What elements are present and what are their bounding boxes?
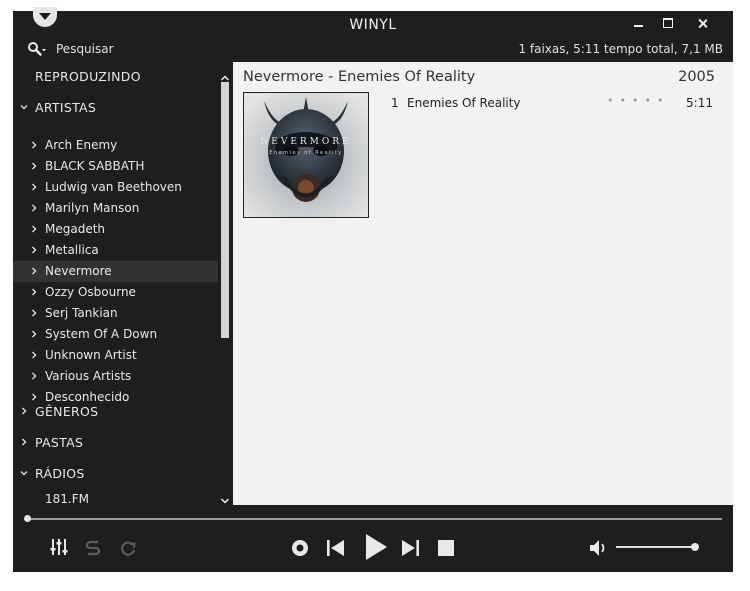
shuffle-icon[interactable] bbox=[81, 535, 107, 561]
chevron-right-icon[interactable] bbox=[30, 141, 38, 149]
album-cover[interactable]: NEVERMORE Enemies of Reality bbox=[243, 92, 369, 218]
album-year: 2005 bbox=[678, 69, 715, 85]
tree-item-artist[interactable]: Ludwig van Beethoven bbox=[13, 177, 218, 198]
tree-item-artist[interactable]: Metallica bbox=[13, 240, 218, 261]
tree-item-label: Ludwig van Beethoven bbox=[45, 180, 182, 194]
tree-item-label: Megadeth bbox=[45, 222, 106, 236]
tree-item-genres[interactable]: GÊNEROS bbox=[13, 401, 218, 422]
tree-item-artist[interactable]: Ozzy Osbourne bbox=[13, 282, 218, 303]
chevron-right-icon[interactable] bbox=[30, 351, 38, 359]
tree-item-folders[interactable]: PASTAS bbox=[13, 432, 218, 453]
tree-item-label: Nevermore bbox=[45, 264, 112, 278]
player-window: WINYL Pesquisar 1 faixas, 5:11 tempo tot… bbox=[13, 7, 733, 572]
track-title: Enemies Of Reality bbox=[407, 96, 521, 110]
tree-item-artist[interactable]: BLACK SABBATH bbox=[13, 156, 218, 177]
chevron-right-icon[interactable] bbox=[30, 246, 38, 254]
tree-item-radio[interactable]: 181.FM bbox=[13, 489, 218, 505]
chevron-right-icon[interactable] bbox=[30, 309, 38, 317]
tree-item-artist[interactable]: Serj Tankian bbox=[13, 303, 218, 324]
tree-item-artist[interactable]: System Of A Down bbox=[13, 324, 218, 345]
tree-item-label: BLACK SABBATH bbox=[45, 159, 145, 173]
tree-item-label: Marilyn Manson bbox=[45, 201, 140, 215]
scroll-up-icon[interactable] bbox=[220, 67, 230, 81]
tree-item-now-playing[interactable]: REPRODUZINDO bbox=[13, 66, 218, 87]
tree-item-artists[interactable]: ARTISTAS bbox=[13, 97, 218, 118]
player-controls bbox=[13, 505, 733, 572]
tree-item-label: System Of A Down bbox=[45, 327, 158, 341]
chevron-right-icon[interactable] bbox=[30, 288, 38, 296]
chevron-right-icon[interactable] bbox=[20, 438, 28, 446]
tree-item-label: 181.FM bbox=[45, 492, 89, 505]
chevron-right-icon[interactable] bbox=[30, 372, 38, 380]
tree-item-artist[interactable]: Various Artists bbox=[13, 366, 218, 387]
track-number: 1 bbox=[391, 96, 399, 110]
library-tree: REPRODUZINDO ARTISTAS Arch Enemy BLACK SA… bbox=[13, 62, 232, 505]
title-bar[interactable]: WINYL bbox=[13, 7, 733, 41]
cover-band-text: NEVERMORE bbox=[260, 137, 352, 147]
tree-item-artist[interactable]: Megadeth bbox=[13, 219, 218, 240]
chevron-right-icon[interactable] bbox=[30, 393, 38, 401]
play-button[interactable] bbox=[361, 532, 391, 562]
track-row[interactable]: 1 Enemies Of Reality ••••• 5:11 bbox=[383, 94, 715, 112]
volume-handle[interactable] bbox=[690, 543, 699, 551]
record-button[interactable] bbox=[287, 535, 313, 561]
tree-item-artist[interactable]: Arch Enemy bbox=[13, 135, 218, 156]
tree-item-label: RÁDIOS bbox=[35, 466, 85, 481]
next-track-button[interactable] bbox=[397, 535, 423, 561]
search-icon[interactable] bbox=[27, 41, 47, 57]
album-title: Nevermore - Enemies Of Reality bbox=[243, 69, 476, 85]
seek-handle[interactable] bbox=[24, 515, 31, 522]
search-input[interactable]: Pesquisar bbox=[56, 42, 114, 56]
volume-icon[interactable] bbox=[587, 535, 613, 561]
tree-item-label: PASTAS bbox=[35, 435, 84, 450]
seek-bar[interactable] bbox=[27, 518, 722, 520]
tree-item-artist[interactable]: Marilyn Manson bbox=[13, 198, 218, 219]
album-view: Nevermore - Enemies Of Reality 2005 NEVE… bbox=[233, 62, 733, 505]
tree-item-label: Arch Enemy bbox=[45, 138, 118, 152]
library-summary: 1 faixas, 5:11 tempo total, 7,1 MB bbox=[518, 42, 723, 56]
tree-item-radios[interactable]: RÁDIOS bbox=[13, 463, 218, 484]
chevron-right-icon[interactable] bbox=[30, 225, 38, 233]
close-button[interactable] bbox=[689, 13, 717, 35]
volume-slider[interactable] bbox=[616, 546, 695, 548]
maximize-button[interactable] bbox=[655, 13, 683, 35]
tree-item-label: REPRODUZINDO bbox=[35, 69, 141, 84]
chevron-right-icon[interactable] bbox=[30, 267, 38, 275]
scroll-down-icon[interactable] bbox=[220, 490, 230, 504]
previous-track-button[interactable] bbox=[323, 535, 349, 561]
tree-item-label: ARTISTAS bbox=[35, 100, 97, 115]
track-length: 5:11 bbox=[686, 96, 713, 110]
minimize-button[interactable] bbox=[625, 13, 653, 35]
cover-album-text: Enemies of Reality bbox=[269, 150, 343, 156]
equalizer-icon[interactable] bbox=[47, 535, 73, 561]
scroll-thumb[interactable] bbox=[221, 82, 229, 338]
tree-item-label: Serj Tankian bbox=[45, 306, 118, 320]
search-bar: Pesquisar 1 faixas, 5:11 tempo total, 7,… bbox=[13, 41, 733, 63]
repeat-icon[interactable] bbox=[115, 535, 141, 561]
tree-item-label: Various Artists bbox=[45, 369, 132, 383]
chevron-down-icon[interactable] bbox=[20, 469, 28, 477]
chevron-right-icon[interactable] bbox=[30, 183, 38, 191]
chevron-right-icon[interactable] bbox=[30, 204, 38, 212]
chevron-right-icon[interactable] bbox=[30, 330, 38, 338]
tree-item-label: Ozzy Osbourne bbox=[45, 285, 136, 299]
track-rating[interactable]: ••••• bbox=[607, 94, 669, 107]
stop-button[interactable] bbox=[433, 535, 459, 561]
tree-item-label: GÊNEROS bbox=[35, 404, 99, 419]
tree-item-artist[interactable]: Unknown Artist bbox=[13, 345, 218, 366]
chevron-right-icon[interactable] bbox=[30, 162, 38, 170]
chevron-down-icon[interactable] bbox=[20, 103, 28, 111]
tree-item-label: Metallica bbox=[45, 243, 99, 257]
tree-item-artist[interactable]: Nevermore bbox=[13, 261, 218, 282]
tree-item-label: Unknown Artist bbox=[45, 348, 137, 362]
chevron-right-icon[interactable] bbox=[20, 407, 28, 415]
